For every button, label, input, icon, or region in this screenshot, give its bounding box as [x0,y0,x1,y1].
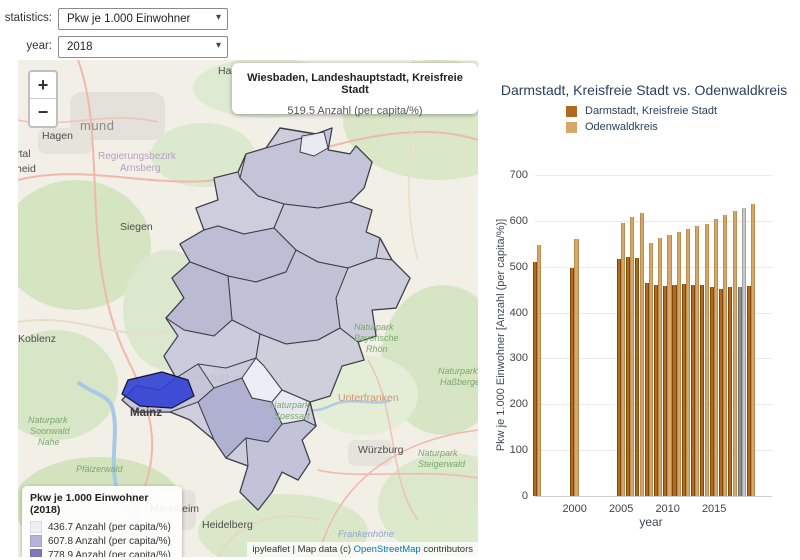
map-label: Mainz [130,407,162,419]
map-attribution: ipyleaflet | Map data (c) OpenStreetMap … [247,542,478,557]
legend-color-swatch [566,121,577,133]
y-tick-label: 600 [509,214,528,227]
choropleth-map[interactable]: Frankfurt am Main [18,60,478,557]
map-legend-item: 607.8 Anzahl (per capita/%) [30,534,174,548]
map-label: Unterfranken [338,392,399,404]
openstreetmap-link[interactable]: OpenStreetMap [354,544,421,555]
y-tick-label: 400 [509,306,528,319]
map-label: Pfälzerwald [76,464,124,474]
gridline [535,175,772,176]
y-tick-label: 200 [509,398,528,411]
y-tick-label: 0 [521,490,528,502]
x-axis-label: year [639,515,663,529]
zoom-in-button[interactable]: + [30,72,56,99]
gridline [535,496,772,497]
year-label: year: [26,40,52,52]
y-tick-label: 500 [509,260,528,273]
map-label: Bayerische [354,333,399,343]
bar-2019-odenwaldkreis[interactable] [751,203,756,496]
bar-2017-odenwaldkreis[interactable] [732,210,737,496]
map-label: Naturpark [270,400,310,410]
map-label: mund [80,118,115,133]
year-select[interactable]: 2018 [58,36,228,58]
legend-swatch-low [30,521,42,533]
bar-2015-odenwaldkreis[interactable] [713,219,719,496]
bar-2012-odenwaldkreis[interactable] [686,229,691,496]
bar-2014-odenwaldkreis[interactable] [704,223,709,496]
map-legend: Pkw je 1.000 Einwohner (2018) 436.7 Anza… [22,486,182,557]
chart-title: Darmstadt, Kreisfreie Stadt vs. Odenwald… [500,82,788,98]
legend-label: Darmstadt, Kreisfreie Stadt [585,105,718,117]
statistics-label: statistics: [4,12,52,24]
x-tick-label: 2005 [608,503,634,515]
x-tick-label: 2010 [655,503,680,515]
bar-2005-odenwaldkreis[interactable] [620,222,626,496]
zoom-out-button[interactable]: − [30,99,56,126]
map-label: Frankenhöhe [338,529,394,540]
map-legend-title: Pkw je 1.000 Einwohner (2018) [30,492,149,516]
chart-legend-item[interactable]: Darmstadt, Kreisfreie Stadt [566,104,717,118]
map-label: Naturpark [418,448,458,458]
legend-swatch-mid [30,535,42,547]
bar-2013-odenwaldkreis[interactable] [695,225,700,496]
map-label: Hagen [42,130,73,142]
map-label: Nahe [38,437,60,447]
map-tooltip: Wiesbaden, Landeshauptstadt, Kreisfreie … [232,63,478,117]
bar-2016-odenwaldkreis[interactable] [723,214,728,496]
bar-2018-odenwaldkreis[interactable] [741,208,746,496]
map-label: heid [18,163,36,175]
map-canvas: Frankfurt am Main [18,60,478,557]
map-label: Rhön [366,344,388,354]
legend-swatch-high [30,549,42,557]
map-label: Steigerwald [418,459,466,469]
map-label: Regierungsbezirk [98,151,177,162]
map-zoom-control: + − [28,70,58,128]
map-label: Haßberge [440,377,478,387]
bar-2009-odenwaldkreis[interactable] [658,238,663,496]
map-label: Naturpark [438,366,478,376]
bar-2011-odenwaldkreis[interactable] [676,231,681,496]
bar-2008-odenwaldkreis[interactable] [648,242,653,496]
statistics-select[interactable]: Pkw je 1.000 Einwohner [58,8,228,30]
chart-legend-item[interactable]: Odenwaldkreis [566,120,658,134]
map-label: Soonwald [30,426,71,436]
map-label: rtal [18,148,31,160]
bar-2010-odenwaldkreis[interactable] [667,235,672,496]
y-tick-label: 100 [509,444,528,457]
map-label: Arnsberg [120,163,161,174]
map-label: Naturpark [28,415,68,425]
bar-chart: Darmstadt, Kreisfreie Stadt vs. Odenwald… [488,60,800,560]
bar-2000-odenwaldkreis[interactable] [574,239,579,496]
map-label: Siegen [120,221,153,233]
tooltip-value: 519.5 Anzahl (per capita/%) [287,105,423,117]
y-tick-label: 700 [509,169,528,181]
bar-1996-odenwaldkreis[interactable] [537,245,542,496]
y-tick-label: 300 [509,352,528,365]
map-label: Heidelberg [202,519,253,531]
legend-label: Odenwaldkreis [585,121,658,133]
map-legend-item: 778.9 Anzahl (per capita/%) [30,548,174,557]
map-legend-item: 436.7 Anzahl (per capita/%) [30,520,174,534]
bar-2007-odenwaldkreis[interactable] [639,213,644,496]
map-label: Würzburg [358,444,404,456]
x-tick-label: 2000 [562,503,587,515]
tooltip-region-name: Wiesbaden, Landeshauptstadt, Kreisfreie … [247,72,463,96]
map-label: Naturpark [354,322,394,332]
map-label: Koblenz [18,333,56,345]
bar-2006-odenwaldkreis[interactable] [630,216,635,496]
map-label: Spessart [274,411,310,421]
legend-color-swatch [566,105,577,117]
x-tick-label: 2015 [701,503,727,515]
